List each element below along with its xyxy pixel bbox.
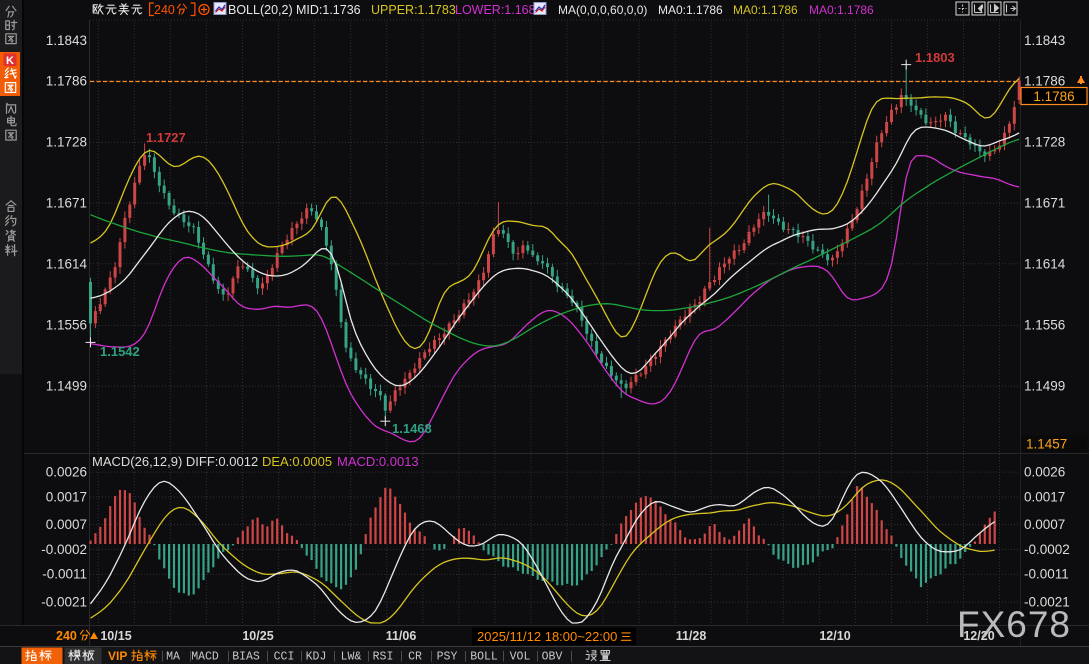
svg-text:1.1803: 1.1803	[915, 50, 955, 65]
svg-text:|: |	[430, 650, 433, 662]
svg-text:1.1786: 1.1786	[1033, 89, 1074, 104]
svg-text:1.1786: 1.1786	[1024, 74, 1065, 89]
svg-text:VIP: VIP	[108, 649, 127, 663]
svg-text:RSI: RSI	[373, 651, 394, 664]
svg-text:0.0017: 0.0017	[46, 490, 87, 505]
svg-text:2025/11/12 18:00~22:00: 2025/11/12 18:00~22:00	[477, 629, 617, 644]
svg-text:LOWER:1.1688: LOWER:1.1688	[455, 3, 543, 17]
svg-text:|: |	[189, 650, 192, 662]
svg-text:|: |	[400, 650, 403, 662]
svg-text:MACD: MACD	[191, 651, 219, 664]
svg-text:|: |	[266, 650, 269, 662]
svg-text:10/25: 10/25	[242, 629, 273, 643]
svg-text:1.1843: 1.1843	[1024, 33, 1065, 48]
svg-text:1.1556: 1.1556	[46, 318, 87, 333]
svg-text:MA0:1.1786: MA0:1.1786	[658, 3, 723, 17]
svg-text:CR: CR	[408, 651, 422, 664]
svg-text:|: |	[227, 650, 230, 662]
svg-text:|: |	[300, 650, 303, 662]
svg-text:-0.0011: -0.0011	[42, 567, 87, 582]
svg-text:|: |	[367, 650, 370, 662]
svg-text:1.1614: 1.1614	[1024, 257, 1066, 272]
svg-text:PSY: PSY	[437, 651, 458, 664]
svg-text:240: 240	[154, 3, 175, 17]
svg-text:1.1728: 1.1728	[1024, 135, 1065, 150]
svg-text:MACD:0.0013: MACD:0.0013	[337, 454, 419, 469]
svg-text:-0.0002: -0.0002	[1024, 542, 1070, 557]
svg-text:1.1671: 1.1671	[1024, 196, 1065, 211]
svg-text:CCI: CCI	[274, 651, 295, 664]
svg-text:|: |	[536, 650, 539, 662]
svg-text:MA0:1.1786: MA0:1.1786	[809, 3, 874, 17]
svg-text:MA: MA	[166, 651, 180, 664]
svg-text:1.1556: 1.1556	[1024, 318, 1065, 333]
svg-text:0.0007: 0.0007	[1024, 517, 1065, 532]
svg-text:1.1727: 1.1727	[146, 130, 186, 145]
svg-text:1.1542: 1.1542	[100, 344, 140, 359]
svg-text:UPPER:1.1783: UPPER:1.1783	[371, 3, 456, 17]
svg-text:DEA:0.0005: DEA:0.0005	[262, 454, 332, 469]
svg-text:MACD(26,12,9) DIFF:0.0012: MACD(26,12,9) DIFF:0.0012	[92, 454, 258, 469]
svg-text:1.1468: 1.1468	[392, 421, 432, 436]
svg-text:LW&: LW&	[341, 651, 362, 664]
svg-text:1.1786: 1.1786	[46, 74, 87, 89]
svg-text:0.0007: 0.0007	[46, 517, 87, 532]
svg-text:KDJ: KDJ	[306, 651, 327, 664]
svg-text:|: |	[570, 650, 573, 662]
svg-text:1.1499: 1.1499	[46, 379, 87, 394]
svg-text:0.0026: 0.0026	[1024, 465, 1065, 480]
svg-text:|: |	[502, 650, 505, 662]
svg-text:-0.0002: -0.0002	[41, 542, 87, 557]
svg-text:1.1457: 1.1457	[1026, 437, 1067, 452]
svg-text:10/15: 10/15	[100, 629, 131, 643]
svg-text:BIAS: BIAS	[232, 651, 260, 664]
svg-text:MA(0,0,0,60,0,0): MA(0,0,0,60,0,0)	[558, 3, 647, 17]
svg-text:VOL: VOL	[510, 651, 531, 664]
svg-text:OBV: OBV	[542, 651, 563, 664]
svg-text:-0.0021: -0.0021	[41, 595, 87, 610]
svg-text:1.1614: 1.1614	[46, 257, 88, 272]
svg-text:1.1843: 1.1843	[46, 33, 87, 48]
svg-text:|: |	[333, 650, 336, 662]
svg-text:11/06: 11/06	[386, 629, 417, 643]
svg-text:1.1671: 1.1671	[46, 196, 87, 211]
svg-text:1.1499: 1.1499	[1024, 379, 1065, 394]
svg-text:BOLL: BOLL	[470, 651, 498, 664]
svg-text:MA0:1.1786: MA0:1.1786	[733, 3, 798, 17]
svg-text:240: 240	[56, 629, 77, 643]
svg-text:|: |	[464, 650, 467, 662]
svg-text:1.1728: 1.1728	[46, 135, 87, 150]
svg-text:12/10: 12/10	[819, 629, 850, 643]
svg-text:K: K	[6, 55, 14, 67]
svg-text:0.0026: 0.0026	[46, 465, 87, 480]
svg-text:FX678: FX678	[957, 604, 1071, 645]
svg-text:11/28: 11/28	[676, 629, 707, 643]
svg-text:0.0017: 0.0017	[1024, 490, 1065, 505]
svg-text:-0.0011: -0.0011	[1024, 567, 1069, 582]
svg-text:|: |	[161, 650, 164, 662]
svg-text:MID:1.1736: MID:1.1736	[296, 3, 361, 17]
svg-text:BOLL(20,2): BOLL(20,2)	[228, 3, 293, 17]
